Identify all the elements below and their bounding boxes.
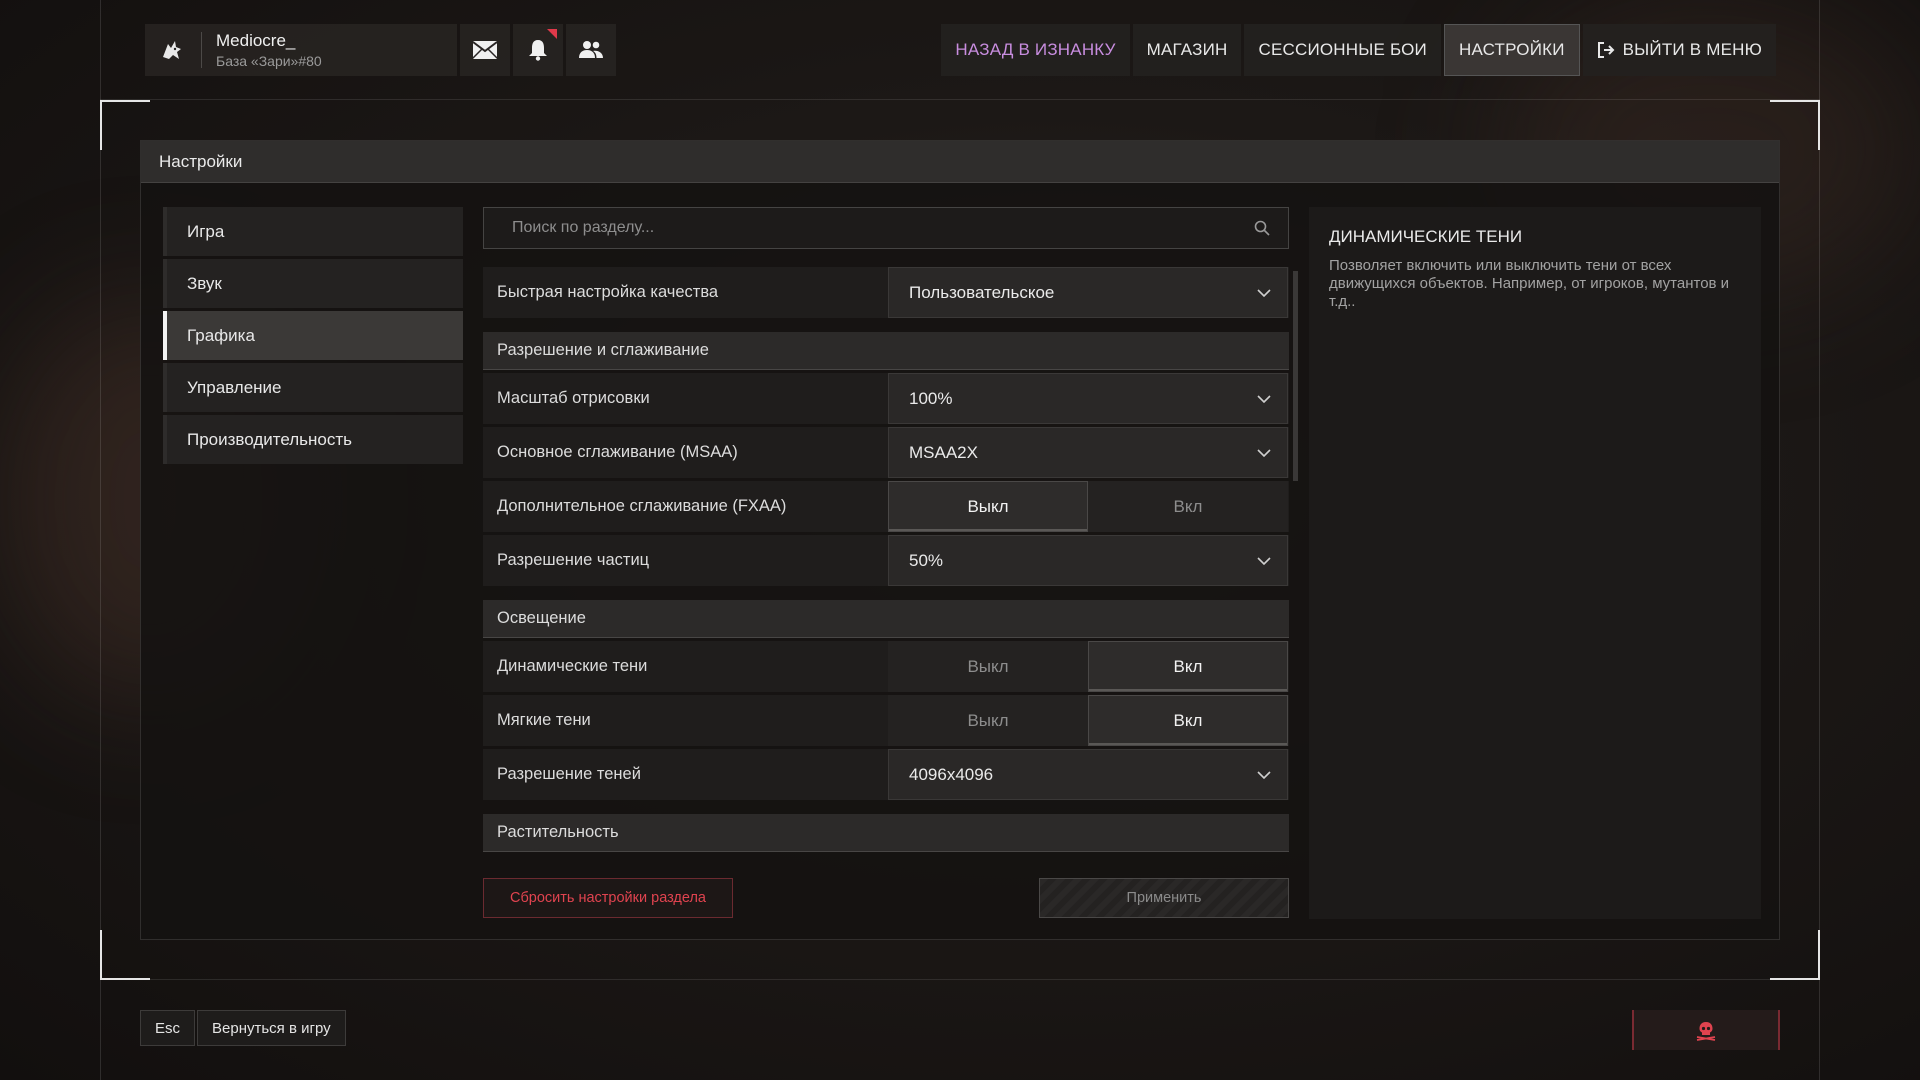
setting-label: Дополнительное сглаживание (FXAA) [497,497,787,515]
setting-label: Быстрая настройка качества [497,283,719,301]
nav-back-to-izнанка[interactable]: НАЗАД В ИЗНАНКУ [941,24,1130,76]
nav-settings[interactable]: НАСТРОЙКИ [1443,24,1580,76]
soft-shadows-on-option[interactable]: Вкл [1088,695,1288,746]
setting-row-shadow-resolution: Разрешение теней 4096x4096 [483,749,1289,800]
setting-label: Динамические тени [497,657,648,675]
settings-sidebar: Игра Звук Графика Управление Производите… [163,207,463,464]
setting-label: Мягкие тени [497,711,591,729]
profile-card[interactable]: Mediocre_ База «Зари»#80 [145,24,457,76]
top-navigation: НАЗАД В ИЗНАНКУ МАГАЗИН СЕССИОННЫЕ БОИ Н… [941,24,1776,76]
fxaa-off-option[interactable]: Выкл [888,481,1088,532]
chevron-down-icon [1257,556,1271,565]
back-to-game-control: Esc Вернуться в игру [140,1010,346,1046]
report-button[interactable] [1632,1010,1780,1050]
chevron-down-icon [1257,394,1271,403]
soft-shadows-off-option[interactable]: Выкл [888,695,1088,746]
scrollbar[interactable] [1293,271,1298,481]
description-title: ДИНАМИЧЕСКИЕ ТЕНИ [1329,227,1523,246]
setting-label: Основное сглаживание (MSAA) [497,443,738,461]
notifications-button[interactable] [513,24,563,76]
select-value: Пользовательское [909,282,1055,302]
dynamic-shadows-toggle: Выкл Вкл [888,641,1288,692]
section-header-resolution: Разрешение и сглаживание [483,332,1289,370]
setting-label: Разрешение теней [497,765,641,783]
setting-label: Разрешение частиц [497,551,650,569]
render-scale-select[interactable]: 100% [888,373,1288,424]
back-to-game-button[interactable]: Вернуться в игру [197,1010,346,1046]
search-icon [1254,220,1270,236]
panel-title: Настройки [141,141,1779,183]
esc-key-hint[interactable]: Esc [140,1010,196,1046]
mail-icon [472,41,498,59]
friends-button[interactable] [566,24,616,76]
panel-actions: Сбросить настройки раздела Применить [483,878,1289,918]
reset-section-button[interactable]: Сбросить настройки раздела [483,878,733,918]
chevron-down-icon [1257,770,1271,779]
fxaa-on-option[interactable]: Вкл [1088,481,1288,532]
notification-indicator [547,29,557,39]
select-value: 50% [909,550,944,570]
fxaa-toggle: Выкл Вкл [888,481,1288,532]
frame-line-top [100,99,1820,100]
bell-icon [529,40,547,61]
divider [201,32,202,68]
settings-content: Поиск по разделу... Быстрая настройка ка… [483,207,1289,852]
search-placeholder: Поиск по разделу... [512,219,655,236]
sidebar-item-sound[interactable]: Звук [163,259,463,308]
setting-label: Масштаб отрисовки [497,389,650,407]
player-base: База «Зари»#80 [216,53,322,69]
soft-shadows-toggle: Выкл Вкл [888,695,1288,746]
setting-row-dynamic-shadows: Динамические тени Выкл Вкл [483,641,1289,692]
mail-button[interactable] [460,24,510,76]
player-name: Mediocre_ [216,31,296,50]
nav-exit-to-menu[interactable]: ВЫЙТИ В МЕНЮ [1582,24,1776,76]
select-value: MSAA2X [909,442,978,462]
settings-panel: Настройки Игра Звук Графика Управление П… [140,140,1780,940]
setting-row-render-scale: Масштаб отрисовки 100% [483,373,1289,424]
frame-line-bottom [100,979,1820,980]
apply-button[interactable]: Применить [1039,878,1289,918]
select-value: 100% [909,388,953,408]
section-header-lighting: Освещение [483,600,1289,638]
sidebar-item-controls[interactable]: Управление [163,363,463,412]
skull-icon [1696,1022,1716,1041]
chevron-down-icon [1257,448,1271,457]
search-input[interactable]: Поиск по разделу... [483,207,1289,249]
description-text: Позволяет включить или выключить тени от… [1329,257,1730,310]
frame-line-right [1819,0,1820,1080]
setting-row-quick-quality: Быстрая настройка качества Пользовательс… [483,267,1289,318]
sidebar-item-game[interactable]: Игра [163,207,463,256]
shadow-resolution-select[interactable]: 4096x4096 [888,749,1288,800]
sidebar-item-performance[interactable]: Производительность [163,415,463,464]
select-value: 4096x4096 [909,764,994,784]
nav-exit-label: ВЫЙТИ В МЕНЮ [1622,40,1762,59]
setting-row-msaa: Основное сглаживание (MSAA) MSAA2X [483,427,1289,478]
exit-icon [1597,41,1615,59]
wolf-logo-icon [157,35,187,65]
section-header-vegetation: Растительность [483,814,1289,852]
nav-session-battles[interactable]: СЕССИОННЫЕ БОИ [1244,24,1441,76]
msaa-select[interactable]: MSAA2X [888,427,1288,478]
sidebar-item-graphics[interactable]: Графика [163,311,463,360]
dynamic-shadows-on-option[interactable]: Вкл [1088,641,1288,692]
nav-shop[interactable]: МАГАЗИН [1132,24,1242,76]
setting-row-soft-shadows: Мягкие тени Выкл Вкл [483,695,1289,746]
quick-quality-select[interactable]: Пользовательское [888,267,1288,318]
frame-line-left [100,0,101,1080]
profile-bar: Mediocre_ База «Зари»#80 [145,24,616,76]
friends-icon [579,41,603,58]
setting-row-fxaa: Дополнительное сглаживание (FXAA) Выкл В… [483,481,1289,532]
chevron-down-icon [1257,288,1271,297]
description-panel: ДИНАМИЧЕСКИЕ ТЕНИ Позволяет включить или… [1309,207,1761,919]
setting-row-particles: Разрешение частиц 50% [483,535,1289,586]
dynamic-shadows-off-option[interactable]: Выкл [888,641,1088,692]
particles-select[interactable]: 50% [888,535,1288,586]
